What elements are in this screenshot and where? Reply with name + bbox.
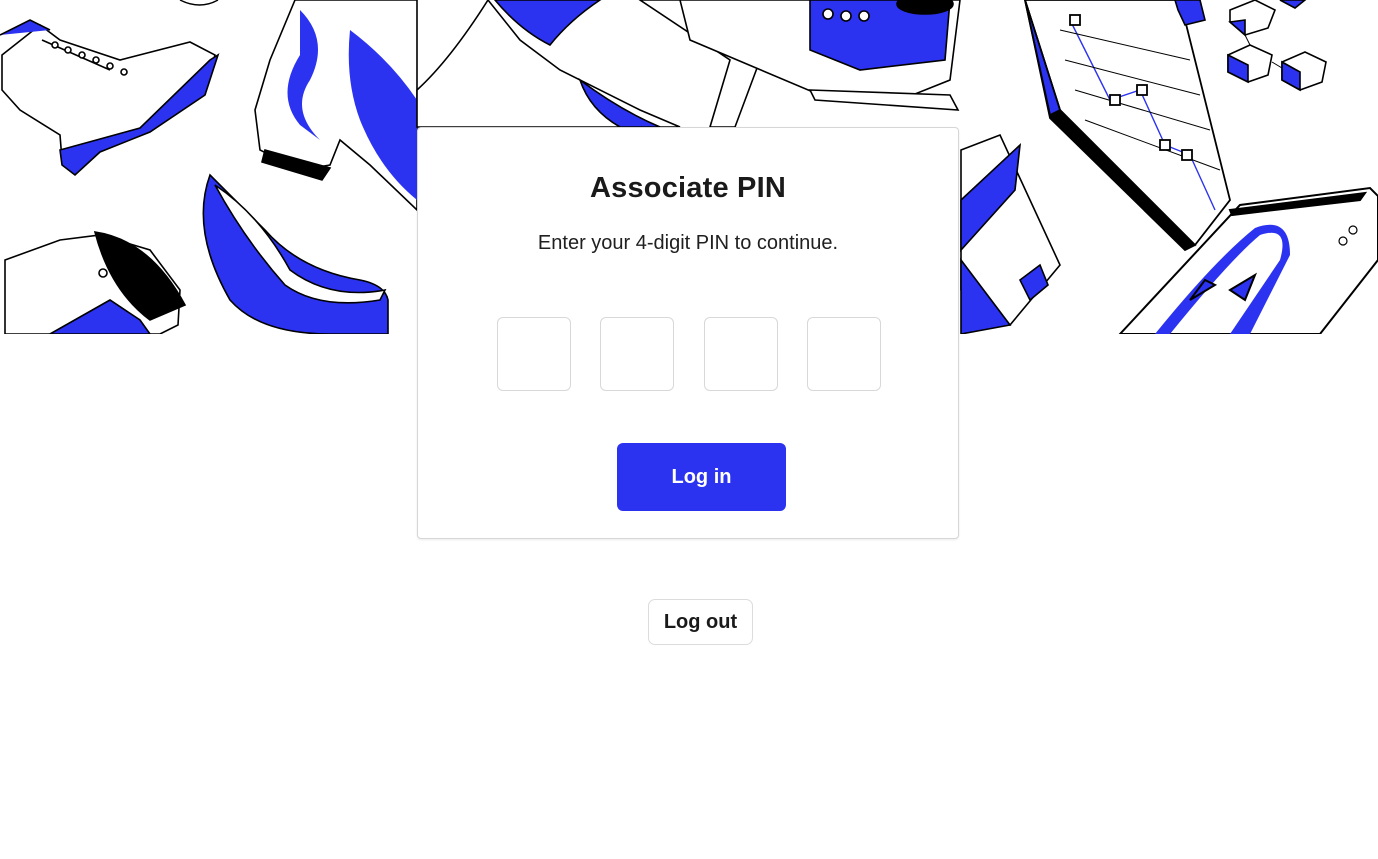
boot-illustration (0, 19, 220, 177)
logout-button[interactable]: Log out (648, 599, 753, 645)
card-title: Associate PIN (589, 172, 786, 204)
hoodie-illustration (254, 0, 418, 212)
login-button[interactable]: Log in (617, 443, 786, 511)
pin-digit-3-input[interactable] (704, 317, 778, 391)
shoe-top-illustration (416, 0, 961, 128)
pin-digit-1-input[interactable] (497, 317, 571, 391)
pin-digit-2-input[interactable] (600, 317, 674, 391)
pin-login-page: Associate PIN Enter your 4-digit PIN to … (0, 0, 1378, 859)
package-illustration (960, 133, 1061, 334)
laptop-illustration (1024, 0, 1231, 252)
card-subtitle: Enter your 4-digit PIN to continue. (537, 232, 839, 254)
pin-digit-4-input[interactable] (807, 317, 881, 391)
pillow-illustration (202, 173, 389, 334)
sneaker-illustration (4, 231, 187, 334)
pin-card: Associate PIN Enter your 4-digit PIN to … (417, 127, 959, 539)
pin-input-group (497, 317, 883, 393)
